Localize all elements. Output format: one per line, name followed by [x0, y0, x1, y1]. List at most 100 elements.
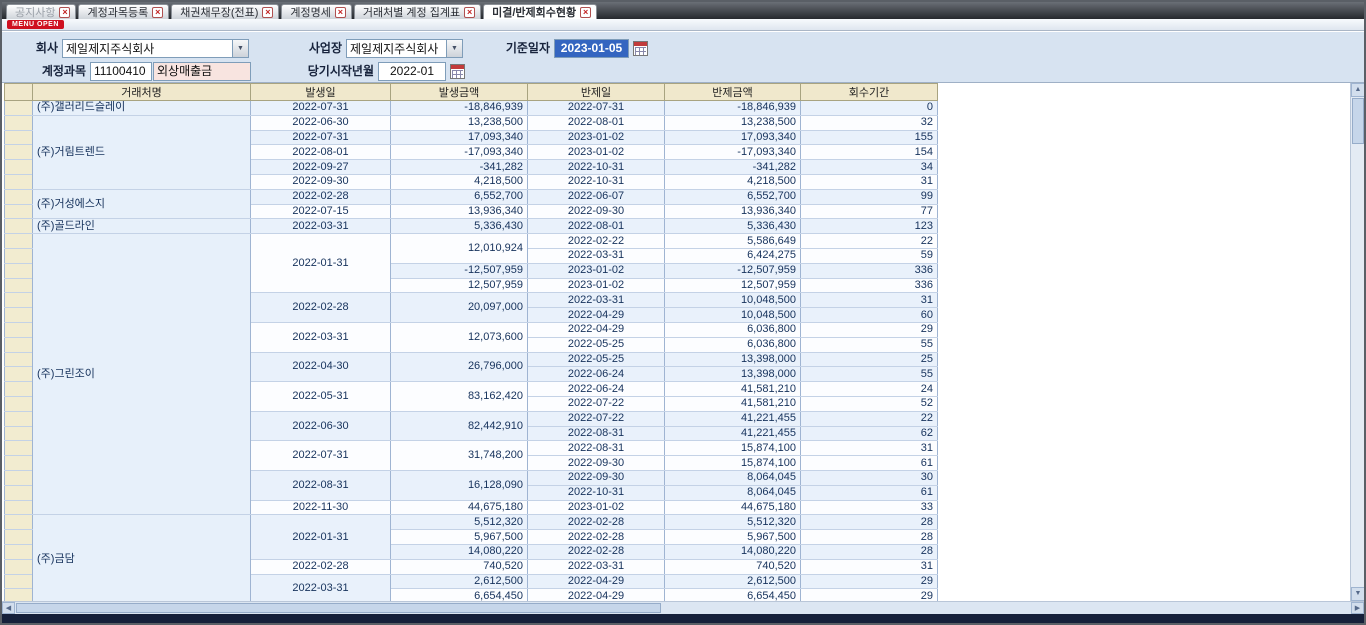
cell-occurrence-amount[interactable]: 2,612,500: [391, 574, 528, 589]
cell-settlement-date[interactable]: 2022-04-29: [528, 308, 665, 323]
cell-collection-days[interactable]: 22: [801, 234, 938, 249]
cell-settlement-amount[interactable]: 41,221,455: [665, 426, 801, 441]
column-header[interactable]: 발생금액: [391, 84, 528, 101]
company-select[interactable]: 제일제지주식회사 ▼: [62, 39, 249, 58]
row-selector[interactable]: [5, 515, 33, 530]
tab-close-icon[interactable]: ×: [262, 7, 273, 18]
cell-collection-days[interactable]: 25: [801, 352, 938, 367]
cell-settlement-amount[interactable]: 8,064,045: [665, 470, 801, 485]
tab-close-icon[interactable]: ×: [580, 7, 591, 18]
row-selector[interactable]: [5, 101, 33, 116]
column-header[interactable]: 거래처명: [33, 84, 251, 101]
cell-collection-days[interactable]: 24: [801, 382, 938, 397]
cell-collection-days[interactable]: 30: [801, 470, 938, 485]
cell-occurrence-date[interactable]: 2022-01-31: [251, 515, 391, 559]
tab-close-icon[interactable]: ×: [59, 7, 70, 18]
cell-settlement-amount[interactable]: 14,080,220: [665, 544, 801, 559]
cell-collection-days[interactable]: 31: [801, 174, 938, 189]
horizontal-scrollbar[interactable]: ◀ ▶: [2, 601, 1364, 614]
cell-occurrence-date[interactable]: 2022-03-31: [251, 219, 391, 234]
cell-customer-name[interactable]: (주)거림트렌드: [33, 115, 251, 189]
cell-occurrence-amount[interactable]: -17,093,340: [391, 145, 528, 160]
tab-close-icon[interactable]: ×: [152, 7, 163, 18]
cell-occurrence-date[interactable]: 2022-02-28: [251, 559, 391, 574]
cell-occurrence-date[interactable]: 2022-01-31: [251, 234, 391, 293]
cell-collection-days[interactable]: 60: [801, 308, 938, 323]
cell-occurrence-date[interactable]: 2022-07-31: [251, 101, 391, 116]
cell-settlement-amount[interactable]: 6,036,800: [665, 337, 801, 352]
row-selector[interactable]: [5, 308, 33, 323]
chevron-down-icon[interactable]: ▼: [446, 40, 462, 57]
row-selector[interactable]: [5, 293, 33, 308]
cell-settlement-amount[interactable]: 6,552,700: [665, 189, 801, 204]
cell-settlement-date[interactable]: 2022-02-28: [528, 544, 665, 559]
cell-collection-days[interactable]: 62: [801, 426, 938, 441]
cell-settlement-date[interactable]: 2022-07-22: [528, 411, 665, 426]
row-selector[interactable]: [5, 485, 33, 500]
row-selector[interactable]: [5, 441, 33, 456]
row-selector[interactable]: [5, 426, 33, 441]
cell-settlement-date[interactable]: 2022-03-31: [528, 293, 665, 308]
cell-collection-days[interactable]: 154: [801, 145, 938, 160]
cell-occurrence-amount[interactable]: 20,097,000: [391, 293, 528, 323]
column-header[interactable]: 반제일: [528, 84, 665, 101]
cell-collection-days[interactable]: 34: [801, 160, 938, 175]
cell-settlement-date[interactable]: 2023-01-02: [528, 130, 665, 145]
cell-collection-days[interactable]: 99: [801, 189, 938, 204]
cell-settlement-amount[interactable]: 5,336,430: [665, 219, 801, 234]
cell-settlement-amount[interactable]: 10,048,500: [665, 308, 801, 323]
cell-settlement-date[interactable]: 2023-01-02: [528, 278, 665, 293]
cell-collection-days[interactable]: 77: [801, 204, 938, 219]
cell-collection-days[interactable]: 123: [801, 219, 938, 234]
cell-customer-name[interactable]: (주)골드라인: [33, 219, 251, 234]
cell-settlement-date[interactable]: 2022-02-28: [528, 530, 665, 545]
cell-occurrence-date[interactable]: 2022-03-31: [251, 574, 391, 601]
cell-collection-days[interactable]: 29: [801, 574, 938, 589]
cell-collection-days[interactable]: 32: [801, 115, 938, 130]
row-selector[interactable]: [5, 500, 33, 515]
cell-occurrence-amount[interactable]: -18,846,939: [391, 101, 528, 116]
row-selector[interactable]: [5, 204, 33, 219]
cell-occurrence-amount[interactable]: -341,282: [391, 160, 528, 175]
cell-settlement-date[interactable]: 2022-04-29: [528, 589, 665, 601]
horizontal-scroll-thumb[interactable]: [16, 603, 661, 613]
cell-collection-days[interactable]: 336: [801, 263, 938, 278]
scroll-up-icon[interactable]: ▲: [1351, 83, 1364, 97]
row-selector[interactable]: [5, 530, 33, 545]
cell-settlement-amount[interactable]: 12,507,959: [665, 278, 801, 293]
cell-settlement-date[interactable]: 2022-03-31: [528, 248, 665, 263]
cell-occurrence-date[interactable]: 2022-11-30: [251, 500, 391, 515]
cell-collection-days[interactable]: 55: [801, 337, 938, 352]
start-month-input[interactable]: 2022-01: [378, 62, 446, 81]
cell-settlement-date[interactable]: 2022-02-22: [528, 234, 665, 249]
cell-occurrence-date[interactable]: 2022-05-31: [251, 382, 391, 412]
cell-settlement-date[interactable]: 2022-08-01: [528, 219, 665, 234]
cell-occurrence-date[interactable]: 2022-07-15: [251, 204, 391, 219]
cell-settlement-date[interactable]: 2022-09-30: [528, 456, 665, 471]
row-selector[interactable]: [5, 145, 33, 160]
cell-settlement-date[interactable]: 2023-01-02: [528, 500, 665, 515]
cell-occurrence-date[interactable]: 2022-02-28: [251, 293, 391, 323]
cell-collection-days[interactable]: 61: [801, 456, 938, 471]
base-date-input[interactable]: 2023-01-05: [554, 39, 629, 58]
cell-settlement-amount[interactable]: 6,036,800: [665, 322, 801, 337]
row-selector[interactable]: [5, 559, 33, 574]
cell-occurrence-amount[interactable]: 5,512,320: [391, 515, 528, 530]
calendar-icon[interactable]: [633, 41, 648, 56]
cell-occurrence-amount[interactable]: 14,080,220: [391, 544, 528, 559]
row-selector[interactable]: [5, 322, 33, 337]
cell-settlement-date[interactable]: 2022-08-01: [528, 115, 665, 130]
tab-4[interactable]: 계정명세×: [281, 4, 351, 19]
cell-settlement-amount[interactable]: 17,093,340: [665, 130, 801, 145]
cell-occurrence-date[interactable]: 2022-04-30: [251, 352, 391, 382]
cell-collection-days[interactable]: 28: [801, 515, 938, 530]
row-selector[interactable]: [5, 382, 33, 397]
tab-close-icon[interactable]: ×: [335, 7, 346, 18]
cell-occurrence-amount[interactable]: 17,093,340: [391, 130, 528, 145]
cell-occurrence-amount[interactable]: 83,162,420: [391, 382, 528, 412]
cell-collection-days[interactable]: 59: [801, 248, 938, 263]
cell-collection-days[interactable]: 52: [801, 396, 938, 411]
cell-settlement-date[interactable]: 2022-09-30: [528, 204, 665, 219]
cell-customer-name[interactable]: (주)갤러리드슬레이: [33, 101, 251, 116]
cell-occurrence-amount[interactable]: 12,073,600: [391, 322, 528, 352]
